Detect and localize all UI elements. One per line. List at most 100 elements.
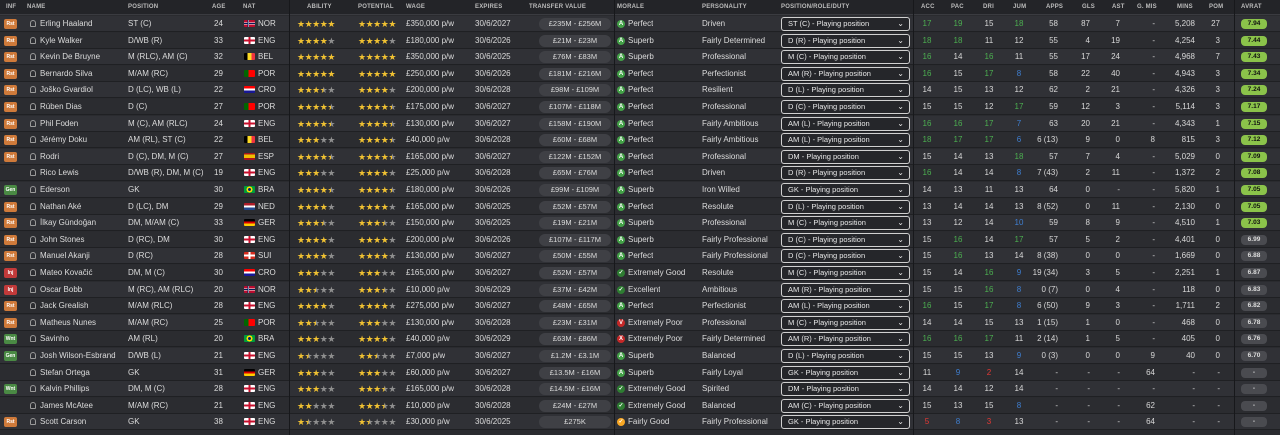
player-name[interactable]: İlkay Gündoğan xyxy=(40,218,126,228)
position-role-duty-select[interactable]: GK - Playing position ⌄ xyxy=(781,415,910,430)
transfer-value[interactable]: £181M - £216M xyxy=(539,67,611,80)
table-row[interactable]: Wnt Kalvin Phillips DM, M (C) 28 ENG ★★★★★ ★★★… xyxy=(0,381,1280,398)
table-row[interactable]: Wnt Savinho AM (RL) 20 BRA ★★★★★ ★★★★★ £40,000 … xyxy=(0,331,1280,348)
status-badge[interactable]: Rst xyxy=(4,251,17,262)
position-role-duty-select[interactable]: AM (C) - Playing position ⌄ xyxy=(781,398,910,413)
col-morale[interactable]: MORALE xyxy=(617,4,644,10)
player-name[interactable]: Stefan Ortega xyxy=(40,368,126,378)
col-gmis[interactable]: G. MIS xyxy=(1137,4,1157,10)
position-role-duty-select[interactable]: D (L) - Playing position ⌄ xyxy=(781,199,910,214)
status-badge[interactable]: Wnt xyxy=(4,334,17,345)
transfer-value[interactable]: £275K xyxy=(539,416,611,429)
transfer-value[interactable]: £23M - £31M xyxy=(539,316,611,329)
position-role-duty-select[interactable]: AM (R) - Playing position ⌄ xyxy=(781,282,910,297)
col-name[interactable]: NAME xyxy=(27,4,45,10)
table-row[interactable]: Inj Mateo Kovačić DM, M (C) 30 CRO ★★★★★ ★★★★★… xyxy=(0,265,1280,281)
position-role-duty-select[interactable]: ST (C) - Playing position ⌄ xyxy=(781,17,910,31)
position-role-duty-select[interactable]: D (R) - Playing position ⌄ xyxy=(781,33,910,48)
table-row[interactable]: Rst Matheus Nunes M/AM (RC) 25 POR ★★★★★ ★★★★★… xyxy=(0,314,1280,331)
table-row[interactable]: Stefan Ortega GK 31 GER ★★★★★ ★★★★★ £60,000 p/… xyxy=(0,364,1280,381)
status-badge[interactable]: Rst xyxy=(4,218,17,229)
position-role-duty-select[interactable]: D (C) - Playing position ⌄ xyxy=(781,232,910,247)
transfer-value[interactable]: £107M - £117M xyxy=(539,233,611,246)
col-expires[interactable]: EXPIRES xyxy=(475,4,502,10)
table-row[interactable]: Rst Kyle Walker D/WB (R) 33 ENG ★★★★★ ★★★★★ £18… xyxy=(0,32,1280,49)
status-badge[interactable]: Wnt xyxy=(4,384,17,395)
transfer-value[interactable]: £1.2M - £3.1M xyxy=(539,350,611,362)
status-badge[interactable]: Rst xyxy=(4,19,17,29)
player-name[interactable]: Mateo Kovačić xyxy=(40,268,126,278)
position-role-duty-select[interactable]: AM (L) - Playing position ⌄ xyxy=(781,299,910,314)
table-row[interactable]: Rst Joško Gvardiol D (LC), WB (L) 22 CRO ★★★★… xyxy=(0,82,1280,99)
table-row[interactable]: Inj Oscar Bobb M (RC), AM (RLC) 20 NOR ★★★★★ ★… xyxy=(0,281,1280,298)
table-row[interactable]: Rst Manuel Akanji D (RC) 28 SUI ★★★★★ ★★★★★ £13… xyxy=(0,248,1280,265)
position-role-duty-select[interactable]: AM (R) - Playing position ⌄ xyxy=(781,332,910,347)
table-row[interactable]: Rst John Stones D (RC), DM 30 ENG ★★★★★ ★★★★★ £… xyxy=(0,231,1280,248)
player-name[interactable]: Ederson xyxy=(40,185,126,195)
status-badge[interactable]: Rst xyxy=(4,151,17,162)
status-badge[interactable]: Rst xyxy=(4,85,17,96)
transfer-value[interactable]: £65M - £76M xyxy=(539,167,611,180)
col-prd[interactable]: POSITION/ROLE/DUTY xyxy=(781,4,850,10)
status-badge[interactable]: Rst xyxy=(4,52,17,63)
position-role-duty-select[interactable]: D (L) - Playing position ⌄ xyxy=(781,349,910,363)
table-row[interactable]: Rst Jérémy Doku AM (RL), ST (C) 22 BEL ★★★★★ ★… xyxy=(0,132,1280,149)
col-mins[interactable]: MINS xyxy=(1177,4,1193,10)
status-badge[interactable]: Rst xyxy=(4,35,17,46)
col-pom[interactable]: POM xyxy=(1209,4,1223,10)
transfer-value[interactable]: £48M - £65M xyxy=(539,300,611,313)
player-name[interactable]: Matheus Nunes xyxy=(40,318,126,328)
player-name[interactable]: Rodri xyxy=(40,152,126,162)
player-name[interactable]: Joško Gvardiol xyxy=(40,85,126,95)
table-row[interactable]: Rst Kevin De Bruyne M (RLC), AM (C) 32 BEL ★★… xyxy=(0,49,1280,66)
col-nat[interactable]: NAT xyxy=(243,4,256,10)
transfer-value[interactable]: £21M - £23M xyxy=(539,34,611,47)
position-role-duty-select[interactable]: D (L) - Playing position ⌄ xyxy=(781,83,910,98)
status-badge[interactable]: Gen xyxy=(4,185,17,195)
player-name[interactable]: James McAtee xyxy=(40,401,126,411)
position-role-duty-select[interactable]: DM - Playing position ⌄ xyxy=(781,149,910,164)
position-role-duty-select[interactable]: DM - Playing position ⌄ xyxy=(781,382,910,397)
transfer-value[interactable]: £235M - £256M xyxy=(539,18,611,30)
table-row[interactable]: Rico Lewis D/WB (R), DM, M (C) 19 ENG ★★★★★ ★… xyxy=(0,165,1280,182)
position-role-duty-select[interactable]: M (C) - Playing position ⌄ xyxy=(781,266,910,280)
table-row[interactable]: Gen Ederson GK 30 BRA ★★★★★ ★★★★★ £180,000 p/w 3… xyxy=(0,182,1280,198)
transfer-value[interactable]: £24M - £27M xyxy=(539,399,611,412)
position-role-duty-select[interactable]: D (R) - Playing position ⌄ xyxy=(781,166,910,181)
col-avrat[interactable]: AVRAT xyxy=(1241,4,1262,10)
status-badge[interactable]: Rst xyxy=(4,135,17,146)
status-badge[interactable]: Rst xyxy=(4,118,17,129)
transfer-value[interactable]: £14.5M - £16M xyxy=(539,383,611,396)
col-personality[interactable]: PERSONALITY xyxy=(702,4,747,10)
col-gls[interactable]: GLS xyxy=(1082,4,1095,10)
status-badge[interactable]: Rst xyxy=(4,301,17,312)
table-row[interactable]: Rst İlkay Gündoğan DM, M/AM (C) 33 GER ★★★★★ ★… xyxy=(0,215,1280,232)
col-transfer-value[interactable]: TRANSFER VALUE xyxy=(529,4,586,10)
player-name[interactable]: Rúben Dias xyxy=(40,102,126,112)
transfer-value[interactable]: £107M - £118M xyxy=(539,101,611,113)
col-ast[interactable]: AST xyxy=(1112,4,1125,10)
player-name[interactable]: Phil Foden xyxy=(40,119,126,129)
transfer-value[interactable]: £122M - £152M xyxy=(539,150,611,163)
col-inf[interactable]: INF xyxy=(6,4,16,10)
transfer-value[interactable]: £158M - £190M xyxy=(539,117,611,130)
col-age[interactable]: AGE xyxy=(212,4,226,10)
transfer-value[interactable]: £19M - £21M xyxy=(539,217,611,230)
transfer-value[interactable]: £99M - £109M xyxy=(539,184,611,196)
col-position[interactable]: POSITION xyxy=(128,4,158,10)
table-row[interactable]: Rst Rúben Dias D (C) 27 POR ★★★★★ ★★★★★ £175,00… xyxy=(0,99,1280,115)
player-name[interactable]: Scott Carson xyxy=(40,417,126,427)
table-row[interactable]: James McAtee M/AM (RC) 21 ENG ★★★★★ ★★★★★ £10,… xyxy=(0,397,1280,414)
position-role-duty-select[interactable]: GK - Playing position ⌄ xyxy=(781,183,910,197)
table-row[interactable]: Rst Rodri D (C), DM, M (C) 27 ESP ★★★★★ ★★★★★ £… xyxy=(0,148,1280,165)
status-badge[interactable]: Rst xyxy=(4,234,17,245)
table-row[interactable]: Rst Jack Grealish M/AM (RLC) 28 ENG ★★★★★ ★★★★… xyxy=(0,298,1280,315)
transfer-value[interactable]: £52M - £57M xyxy=(539,267,611,279)
player-name[interactable]: Oscar Bobb xyxy=(40,285,126,295)
player-name[interactable]: Kalvin Phillips xyxy=(40,384,126,394)
position-role-duty-select[interactable]: GK - Playing position ⌄ xyxy=(781,365,910,380)
table-row[interactable]: Rst Nathan Aké D (LC), DM 29 NED ★★★★★ ★★★★★ £1… xyxy=(0,198,1280,215)
transfer-value[interactable]: £76M - £83M xyxy=(539,51,611,64)
status-badge[interactable]: Rst xyxy=(4,68,17,79)
player-name[interactable]: Kyle Walker xyxy=(40,36,126,46)
